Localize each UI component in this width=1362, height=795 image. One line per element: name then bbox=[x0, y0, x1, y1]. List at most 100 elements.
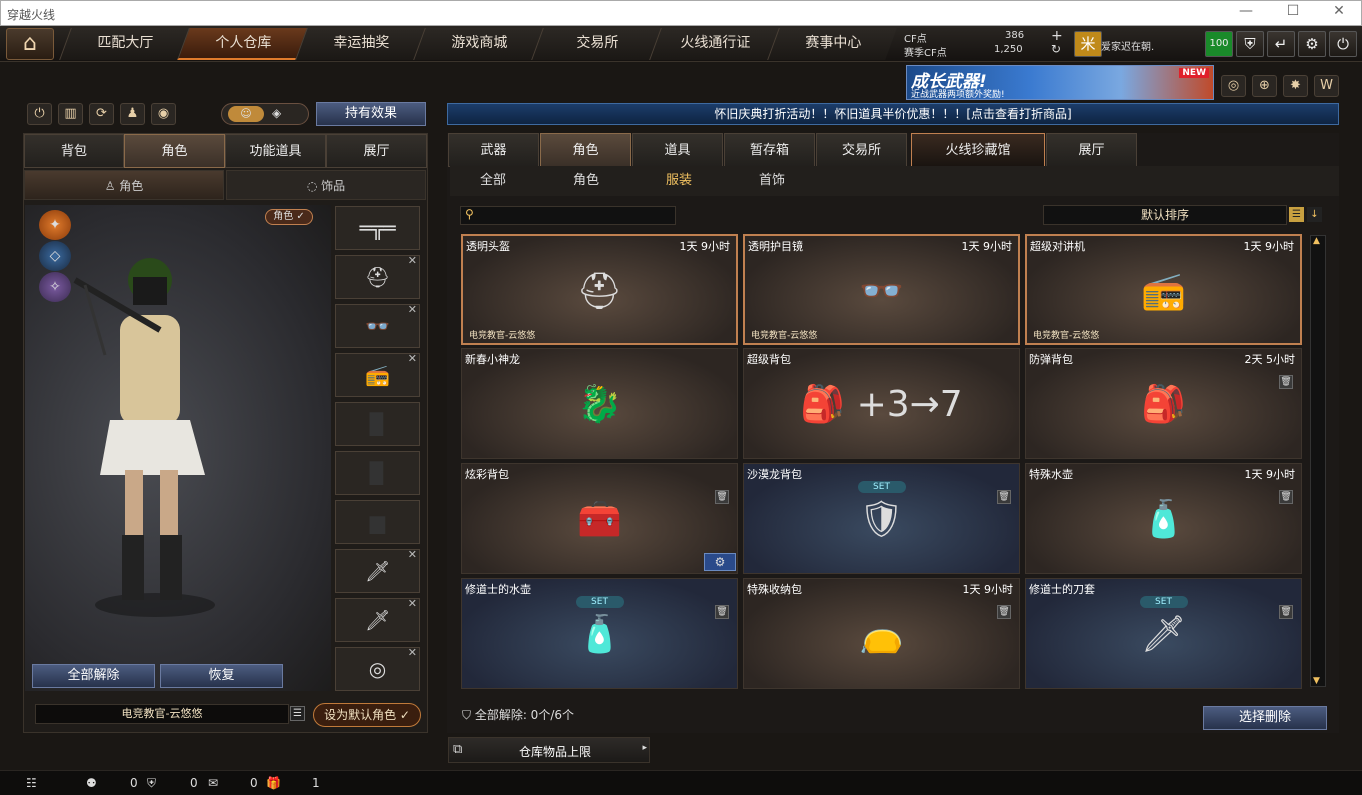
remove-icon[interactable]: ✕ bbox=[408, 597, 417, 610]
sort-select[interactable]: 默认排序 bbox=[1043, 205, 1287, 225]
gear-icon[interactable]: ⚙ bbox=[704, 553, 736, 571]
tab-weapons[interactable]: 武器 bbox=[448, 133, 539, 167]
remove-icon[interactable]: ✕ bbox=[408, 646, 417, 659]
trash-icon[interactable]: 🗑 bbox=[715, 605, 729, 619]
stats-icon[interactable]: ▥ bbox=[58, 103, 83, 125]
item-card[interactable]: 新春小神龙 🐉 bbox=[461, 348, 738, 459]
clan-icon[interactable]: ⛨ bbox=[147, 776, 156, 791]
list-icon[interactable]: ☰ bbox=[290, 706, 305, 721]
trash-icon[interactable]: 🗑 bbox=[1279, 375, 1293, 389]
character-icon[interactable]: ♟ bbox=[120, 103, 145, 125]
scrollbar[interactable]: ▲ ▼ bbox=[1310, 235, 1326, 687]
tab-events[interactable]: 赛事中心 bbox=[767, 28, 897, 60]
tab-items[interactable]: 道具 bbox=[632, 133, 723, 167]
trash-icon[interactable]: 🗑 bbox=[715, 490, 729, 504]
radio-slot[interactable]: 📻 ✕ bbox=[335, 352, 420, 397]
promo-notice[interactable]: 怀旧庆典打折活动！！怀旧道具半价优惠！！！[点击查看打折商品] bbox=[447, 103, 1339, 125]
item-card[interactable]: 沙漠龙背包 🛡 🗑 SET bbox=[743, 463, 1020, 574]
empty-slot[interactable]: ▉ bbox=[335, 451, 420, 495]
weapon-slot[interactable]: ═╦═ bbox=[335, 206, 420, 250]
return-icon[interactable]: ↵ bbox=[1267, 31, 1295, 57]
shield-icon[interactable]: ⛨ bbox=[1236, 31, 1264, 57]
eagle-icon[interactable]: ✦ bbox=[39, 210, 71, 240]
list-view-icon[interactable]: ☰ bbox=[1289, 207, 1304, 222]
scroll-thumb[interactable] bbox=[1313, 256, 1323, 396]
tab-character[interactable]: 角色 bbox=[124, 134, 225, 168]
remove-icon[interactable]: ✕ bbox=[408, 352, 417, 365]
target-icon[interactable]: ◎ bbox=[1221, 75, 1246, 97]
bomb-icon[interactable]: ✸ bbox=[1283, 75, 1308, 97]
remove-icon[interactable]: ✕ bbox=[408, 303, 417, 316]
subtab-character[interactable]: ♙ 角色 bbox=[24, 170, 224, 200]
remove-icon[interactable]: ✕ bbox=[408, 548, 417, 561]
promo-banner[interactable]: 成长武器! 近战武器两项额外奖励! NEW bbox=[906, 65, 1214, 100]
character-preview[interactable]: ✦ ◇ ✧ 角色 ✓ bbox=[25, 205, 331, 691]
close-button[interactable]: ✕ bbox=[1319, 3, 1359, 23]
tab-temp-box[interactable]: 暂存箱 bbox=[724, 133, 815, 167]
select-delete-button[interactable]: 选择删除 bbox=[1203, 706, 1327, 730]
tab-collection[interactable]: 火线珍藏馆 bbox=[911, 133, 1045, 167]
wings-icon[interactable]: W bbox=[1314, 75, 1339, 97]
tab-functional-items[interactable]: 功能道具 bbox=[225, 134, 326, 168]
badge-purple-icon[interactable]: ✧ bbox=[39, 272, 71, 302]
filter-jewelry[interactable]: 首饰 bbox=[739, 166, 805, 196]
restore-button[interactable]: 恢复 bbox=[160, 664, 283, 688]
tab-match-lobby[interactable]: 匹配大厅 bbox=[59, 28, 189, 60]
empty-slot[interactable]: ▉ bbox=[335, 402, 420, 446]
tab-game-mall[interactable]: 游戏商城 bbox=[413, 28, 543, 60]
owned-effects-button[interactable]: 持有效果 bbox=[316, 102, 426, 126]
tab-showroom[interactable]: 展厅 bbox=[326, 134, 427, 168]
maximize-button[interactable]: ☐ bbox=[1273, 3, 1313, 23]
tab-roles[interactable]: 角色 bbox=[540, 133, 631, 167]
view-toggle[interactable]: ☺ ◈ bbox=[221, 103, 309, 125]
filter-role[interactable]: 角色 bbox=[553, 166, 619, 196]
gear-icon[interactable]: ⚙ bbox=[1298, 31, 1326, 57]
scroll-down-icon[interactable]: ▼ bbox=[1313, 676, 1320, 686]
remove-icon[interactable]: ✕ bbox=[408, 254, 417, 267]
search-input[interactable]: ⚲ bbox=[460, 206, 676, 225]
tab-exhibit[interactable]: 展厅 bbox=[1046, 133, 1137, 167]
refresh-icon[interactable]: ↻ bbox=[1051, 42, 1061, 56]
home-icon[interactable]: ⌂ bbox=[6, 28, 54, 60]
trash-icon[interactable]: 🗑 bbox=[1279, 605, 1293, 619]
item-card[interactable]: 防弹背包 2天 5小时 🎒 🗑 bbox=[1025, 348, 1302, 459]
rotate-icon[interactable]: ⟳ bbox=[89, 103, 114, 125]
tab-backpack[interactable]: 背包 bbox=[24, 134, 124, 168]
menu-icon[interactable]: ☷ bbox=[26, 776, 37, 790]
tab-personal-storage[interactable]: 个人仓库 bbox=[177, 28, 307, 60]
minimize-button[interactable]: — bbox=[1226, 3, 1266, 23]
storage-limit[interactable]: ⧉ 仓库物品上限 ▸ bbox=[448, 737, 650, 763]
tab-exchange[interactable]: 交易所 bbox=[531, 28, 661, 60]
tab-battle-pass[interactable]: 火线通行证 bbox=[649, 28, 779, 60]
badge-blue-icon[interactable]: ◇ bbox=[39, 241, 71, 271]
item-card[interactable]: 透明护目镜 1天 9小时 👓 电竞教官-云悠悠 bbox=[743, 234, 1020, 345]
item-card[interactable]: 修道士的刀套 🗡 🗑 SET bbox=[1025, 578, 1302, 689]
scroll-up-icon[interactable]: ▲ bbox=[1313, 236, 1320, 246]
sort-desc-icon[interactable]: ↓ bbox=[1307, 207, 1322, 222]
subtab-accessory[interactable]: ◌ 饰品 bbox=[226, 170, 426, 200]
tab-trade[interactable]: 交易所 bbox=[816, 133, 907, 167]
accessory-slot[interactable]: 🗡 ✕ bbox=[335, 548, 420, 593]
item-card[interactable]: 超级背包 🎒 +3→7 bbox=[743, 348, 1020, 459]
grenade-icon[interactable]: ◉ bbox=[151, 103, 176, 125]
friends-icon[interactable]: ⚉ bbox=[86, 776, 97, 790]
radar-icon[interactable]: ⊕ bbox=[1252, 75, 1277, 97]
item-card[interactable]: 透明头盔 1天 9小时 ⛑ 电竞教官-云悠悠 bbox=[461, 234, 738, 345]
toggle-off-icon[interactable]: ⏻ bbox=[27, 103, 52, 125]
trash-icon[interactable]: 🗑 bbox=[997, 605, 1011, 619]
tab-lucky-draw[interactable]: 幸运抽奖 bbox=[295, 28, 425, 60]
filter-clothing[interactable]: 服装 bbox=[646, 166, 712, 196]
accessory-slot[interactable]: 🗡 ✕ bbox=[335, 597, 420, 642]
helmet-slot[interactable]: ⛑ ✕ bbox=[335, 254, 420, 299]
empty-slot[interactable]: ▆ bbox=[335, 500, 420, 544]
item-card[interactable]: 特殊水壶 1天 9小时 🧴 🗑 bbox=[1025, 463, 1302, 574]
exit-icon[interactable]: ⏻ bbox=[1329, 31, 1357, 57]
item-card[interactable]: 超级对讲机 1天 9小时 📻 电竞教官-云悠悠 bbox=[1025, 234, 1302, 345]
accessory-slot[interactable]: ◎ ✕ bbox=[335, 646, 420, 691]
filter-all[interactable]: 全部 bbox=[460, 166, 526, 196]
set-default-button[interactable]: 设为默认角色 ✓ bbox=[313, 703, 421, 727]
glasses-slot[interactable]: 👓 ✕ bbox=[335, 303, 420, 348]
trash-icon[interactable]: 🗑 bbox=[997, 490, 1011, 504]
trash-icon[interactable]: 🗑 bbox=[1279, 490, 1293, 504]
gift-icon[interactable]: 🎁 bbox=[266, 776, 281, 790]
